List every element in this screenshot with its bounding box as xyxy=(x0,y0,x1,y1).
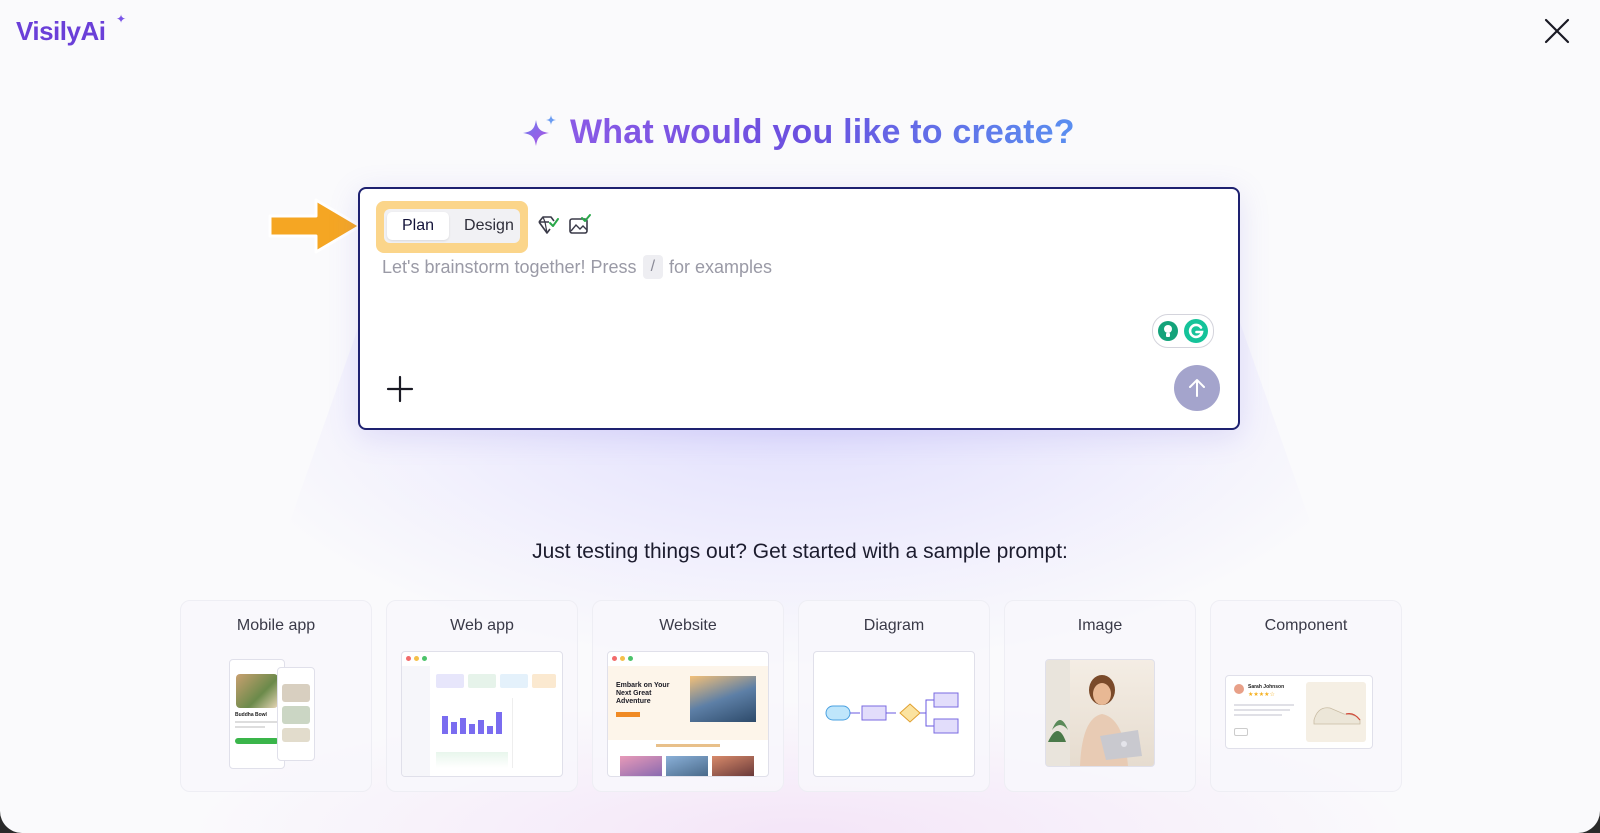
sample-card-web-app[interactable]: Web app xyxy=(386,600,578,792)
slash-key-hint: / xyxy=(642,255,664,279)
website-preview-thumbnail: Embark on Your Next Great Adventure xyxy=(607,651,769,777)
page-title: What would you like to create? xyxy=(520,106,1100,158)
component-preview-name: Sarah Johnson xyxy=(1248,684,1285,690)
logo-sparkle-icon: ✦ xyxy=(116,12,126,26)
sample-card-website[interactable]: Website Embark on Your Next Great Advent… xyxy=(592,600,784,792)
mode-toggle: Plan Design xyxy=(384,209,520,243)
component-preview-thumbnail: Sarah Johnson ★★★★☆ xyxy=(1225,675,1373,749)
card-title: Diagram xyxy=(863,617,925,634)
person-laptop-image xyxy=(1046,660,1142,766)
sparkle-icon xyxy=(523,115,556,146)
grammarly-icon xyxy=(1184,319,1208,343)
headline-text: What would you like to create? xyxy=(570,112,1075,151)
card-title: Website xyxy=(659,617,717,634)
placeholder-text-start: Let's brainstorm together! Press xyxy=(382,256,637,277)
sample-prompt-cards: Mobile app Buddha Bowl Web app Website E… xyxy=(180,600,1420,792)
sample-card-mobile-app[interactable]: Mobile app Buddha Bowl xyxy=(180,600,372,792)
visily-ai-window: VisilyAi ✦ What would you like to create… xyxy=(0,0,1600,833)
card-title: Mobile app xyxy=(236,617,316,634)
sample-card-image[interactable]: Image xyxy=(1004,600,1196,792)
mobile-preview-second-screen xyxy=(277,667,315,761)
close-button[interactable] xyxy=(1542,16,1572,46)
sample-card-diagram[interactable]: Diagram xyxy=(798,600,990,792)
mobile-preview-title: Buddha Bowl xyxy=(235,712,267,718)
diamond-check-icon[interactable] xyxy=(536,213,560,237)
avatar xyxy=(1234,684,1244,694)
rating-stars: ★★★★☆ xyxy=(1248,692,1275,698)
prompt-box: Plan Design Let's brainstorm together! P… xyxy=(358,187,1240,430)
website-preview-headline: Embark on Your Next Great Adventure xyxy=(616,682,670,705)
flowchart-preview xyxy=(825,692,959,734)
arrow-right-icon xyxy=(268,198,362,254)
card-title: Web app xyxy=(450,617,514,634)
close-icon xyxy=(1544,18,1570,44)
plus-icon[interactable] xyxy=(384,373,416,405)
arrow-up-icon xyxy=(1189,379,1205,397)
card-title: Image xyxy=(1077,617,1123,634)
grammarly-widget[interactable] xyxy=(1152,314,1214,348)
sneaker-image xyxy=(1313,707,1361,725)
design-mode-button[interactable]: Design xyxy=(449,212,529,240)
prompt-input[interactable]: Let's brainstorm together! Press / for e… xyxy=(382,255,772,279)
card-title: Component xyxy=(1264,617,1348,634)
lightbulb-icon xyxy=(1158,321,1178,341)
image-preview-thumbnail xyxy=(1045,659,1155,767)
diagram-preview-thumbnail xyxy=(813,651,975,777)
logo-ai: Ai xyxy=(80,16,106,46)
send-button[interactable] xyxy=(1174,365,1220,411)
sample-prompt-heading: Just testing things out? Get started wit… xyxy=(532,540,1068,563)
web-app-preview-thumbnail xyxy=(401,651,563,777)
visily-logo: VisilyAi ✦ xyxy=(16,12,126,47)
logo-text: Visily xyxy=(16,16,81,46)
image-check-icon[interactable] xyxy=(568,213,592,237)
placeholder-text-end: for examples xyxy=(669,256,773,277)
plan-mode-button[interactable]: Plan xyxy=(387,212,450,240)
sample-card-component[interactable]: Component Sarah Johnson ★★★★☆ xyxy=(1210,600,1402,792)
